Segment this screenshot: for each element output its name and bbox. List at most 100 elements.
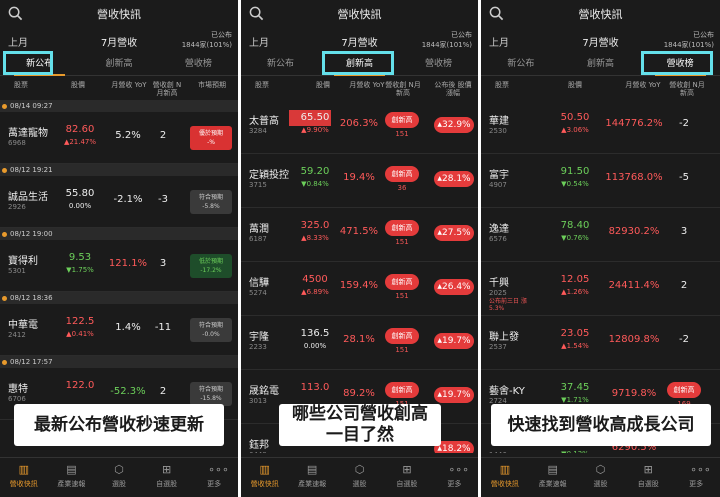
new-high-months: 2 bbox=[159, 386, 167, 397]
yoy-value: 24411.4% bbox=[608, 280, 660, 291]
stock-name: 萬潤 bbox=[249, 224, 269, 235]
tab-new-high[interactable]: 創新高 bbox=[79, 52, 158, 75]
column-header: 股票 股價 月營收 YoY 營收創 N月新高 bbox=[481, 78, 720, 100]
nav-label: 自選股 bbox=[156, 480, 178, 488]
new-high-months: 3 bbox=[159, 258, 167, 269]
col-high: 營收創 N月新高 bbox=[669, 81, 705, 97]
new-high-months: 2 bbox=[159, 130, 167, 141]
change-value: 6.89% bbox=[306, 288, 329, 296]
stock-code: 6706 bbox=[8, 395, 26, 403]
table-row[interactable]: 萬潤 6187 325.0 ▲8.33% 471.5% 創新高 151 ▲27.5% bbox=[241, 208, 478, 262]
search-icon[interactable] bbox=[8, 6, 23, 21]
tab-new[interactable]: 新公布 bbox=[481, 52, 561, 75]
month-row: 上月 7月營收 已公布 1844家(101%) bbox=[481, 30, 720, 50]
nav-more[interactable]: ∘∘∘ 更多 bbox=[431, 458, 478, 497]
stock-code: 2025 bbox=[489, 289, 507, 297]
price-change: ▼0.12% bbox=[547, 450, 603, 453]
tab-ranking[interactable]: 營收榜 bbox=[159, 52, 238, 75]
change-value: 0.54% bbox=[566, 180, 589, 188]
nav-industry-report[interactable]: ▤ 產業速報 bbox=[48, 458, 96, 497]
table-row[interactable]: 宇隆 2233 136.5 0.00% 28.1% 創新高 151 ▲19.7% bbox=[241, 316, 478, 370]
expectation-value: -0.0% bbox=[202, 331, 220, 338]
table-row[interactable]: 中華電 2412 122.5 ▲0.41% 1.4% -11 符合預期 -0.0% bbox=[0, 304, 238, 356]
table-row[interactable]: 逸達 6576 78.40 ▼0.76% 82930.2% 3 bbox=[481, 208, 720, 262]
stock-picker-icon: ⬡ bbox=[354, 463, 365, 476]
nav-industry-report[interactable]: ▤ 產業速報 bbox=[529, 458, 577, 497]
stock-name: 聯上發 bbox=[489, 332, 519, 343]
search-icon[interactable] bbox=[489, 6, 504, 21]
table-row[interactable]: 千興 2025 公布前三日 漲5.3% 12.05 ▲1.26% 24411.4% 2 bbox=[481, 262, 720, 316]
stock-code: 6968 bbox=[8, 139, 26, 147]
table-row[interactable]: 誠品生活 2926 55.80 0.00% -2.1% -3 符合預期 -5.8% bbox=[0, 176, 238, 228]
new-high-badge: 創新高 bbox=[385, 220, 419, 236]
post-release-gain-badge: ▲19.7% bbox=[434, 387, 474, 403]
promo-caption: 快速找到營收高成長公司 bbox=[491, 404, 711, 446]
table-row[interactable]: 聯上發 2537 23.05 ▲1.54% 12809.8% -2 bbox=[481, 316, 720, 370]
gain-value: 18.2% bbox=[442, 444, 471, 453]
tab-highlight-frame bbox=[322, 51, 394, 75]
stock-code: 6187 bbox=[249, 235, 267, 243]
app-title: 營收快訊 bbox=[578, 8, 623, 21]
stock-code: 5274 bbox=[249, 289, 267, 297]
nav-label: 營收快訊 bbox=[490, 480, 519, 488]
app-panel-2: 營收快訊 上月 7月營收 已公布 1844家(101%) 新公布 創新高 營收榜 ▥ 營收快訊 ▤ 產… bbox=[241, 0, 478, 497]
stock-list: 太普高 3284 65.50 ▲9.90% 206.3% 創新高 151 ▲32.9% 定穎投控… bbox=[241, 100, 478, 453]
table-row[interactable]: 華建 2530 50.50 ▲3.06% 144776.2% -2 bbox=[481, 100, 720, 154]
change-value: 3.06% bbox=[566, 126, 589, 134]
search-icon[interactable] bbox=[249, 6, 264, 21]
tab-new[interactable]: 新公布 bbox=[241, 52, 320, 75]
stock-code: 1446 bbox=[489, 451, 507, 453]
nav-revenue-flash[interactable]: ▥ 營收快訊 bbox=[241, 458, 288, 497]
change-value: 1.54% bbox=[566, 342, 589, 350]
nav-more[interactable]: ∘∘∘ 更多 bbox=[672, 458, 720, 497]
table-row[interactable]: 寶得利 5301 9.53 ▼1.75% 121.1% 3 低於預期 -17.2% bbox=[0, 240, 238, 292]
price-change: ▼0.76% bbox=[547, 234, 603, 242]
new-high-months: -2 bbox=[679, 118, 689, 129]
nav-more[interactable]: ∘∘∘ 更多 bbox=[190, 458, 238, 497]
nav-label: 產業速報 bbox=[538, 480, 567, 488]
nav-watchlist[interactable]: ⊞ 自選股 bbox=[383, 458, 430, 497]
nav-revenue-flash[interactable]: ▥ 營收快訊 bbox=[481, 458, 529, 497]
change-value: 9.90% bbox=[306, 126, 329, 134]
tab-new-high[interactable]: 創新高 bbox=[561, 52, 641, 75]
table-row[interactable]: 信驊 5274 4500 ▲6.89% 159.4% 創新高 151 ▲26.4% bbox=[241, 262, 478, 316]
price: 325.0 bbox=[300, 220, 330, 231]
nav-label: 選股 bbox=[111, 480, 126, 488]
stock-name: 萬達寵物 bbox=[8, 128, 48, 139]
published-label: 已公布 bbox=[211, 31, 232, 39]
stock-code: 6576 bbox=[489, 235, 507, 243]
table-row[interactable]: 富宇 4907 91.50 ▼0.54% 113768.0% -5 bbox=[481, 154, 720, 208]
expectation-badge: 優於預期 -% bbox=[190, 126, 232, 150]
nav-stock-picker[interactable]: ⬡ 選股 bbox=[95, 458, 143, 497]
app-panel-3: 營收快訊 上月 7月營收 已公布 1844家(101%) 新公布 創新高 營收榜 ▥ 營收快訊 ▤ 產… bbox=[481, 0, 720, 497]
col-price: 股價 bbox=[316, 81, 330, 89]
stock-name: 中華電 bbox=[8, 320, 38, 331]
caption-text: 快速找到營收高成長公司 bbox=[507, 414, 695, 435]
table-row[interactable]: 定穎投控 3715 59.20 ▼0.84% 19.4% 創新高 36 ▲28.1% bbox=[241, 154, 478, 208]
nav-label: 營收快訊 bbox=[9, 480, 38, 488]
table-row[interactable]: 太普高 3284 65.50 ▲9.90% 206.3% 創新高 151 ▲32.9% bbox=[241, 100, 478, 154]
header: 營收快訊 bbox=[241, 0, 478, 28]
time-section-header: 08/12 18:36 bbox=[0, 292, 238, 304]
nav-label: 營收快訊 bbox=[250, 480, 279, 488]
nav-watchlist[interactable]: ⊞ 自選股 bbox=[143, 458, 191, 497]
nav-industry-report[interactable]: ▤ 產業速報 bbox=[288, 458, 335, 497]
yoy-value: 113768.0% bbox=[605, 172, 663, 183]
new-high-badge: 創新高 bbox=[385, 382, 419, 398]
nav-stock-picker[interactable]: ⬡ 選股 bbox=[577, 458, 625, 497]
nav-label: 選股 bbox=[352, 480, 367, 488]
app-title: 營收快訊 bbox=[97, 8, 141, 21]
time-section-header: 08/12 19:00 bbox=[0, 228, 238, 240]
change-value: 1.26% bbox=[566, 288, 589, 296]
month-row: 上月 7月營收 已公布 1844家(101%) bbox=[0, 30, 238, 50]
nav-revenue-flash[interactable]: ▥ 營收快訊 bbox=[0, 458, 48, 497]
table-row[interactable]: 萬達寵物 6968 82.60 ▲21.47% 5.2% 2 優於預期 -% bbox=[0, 112, 238, 164]
nav-stock-picker[interactable]: ⬡ 選股 bbox=[336, 458, 383, 497]
stock-code: 2537 bbox=[489, 343, 507, 351]
published-count: 1844家(101%) bbox=[421, 41, 472, 49]
col-yoy: 月營收 YoY bbox=[625, 81, 661, 89]
new-high-months: 36 bbox=[397, 184, 407, 192]
nav-watchlist[interactable]: ⊞ 自選股 bbox=[624, 458, 672, 497]
tab-ranking[interactable]: 營收榜 bbox=[399, 52, 478, 75]
tab-highlight-frame bbox=[3, 51, 53, 75]
